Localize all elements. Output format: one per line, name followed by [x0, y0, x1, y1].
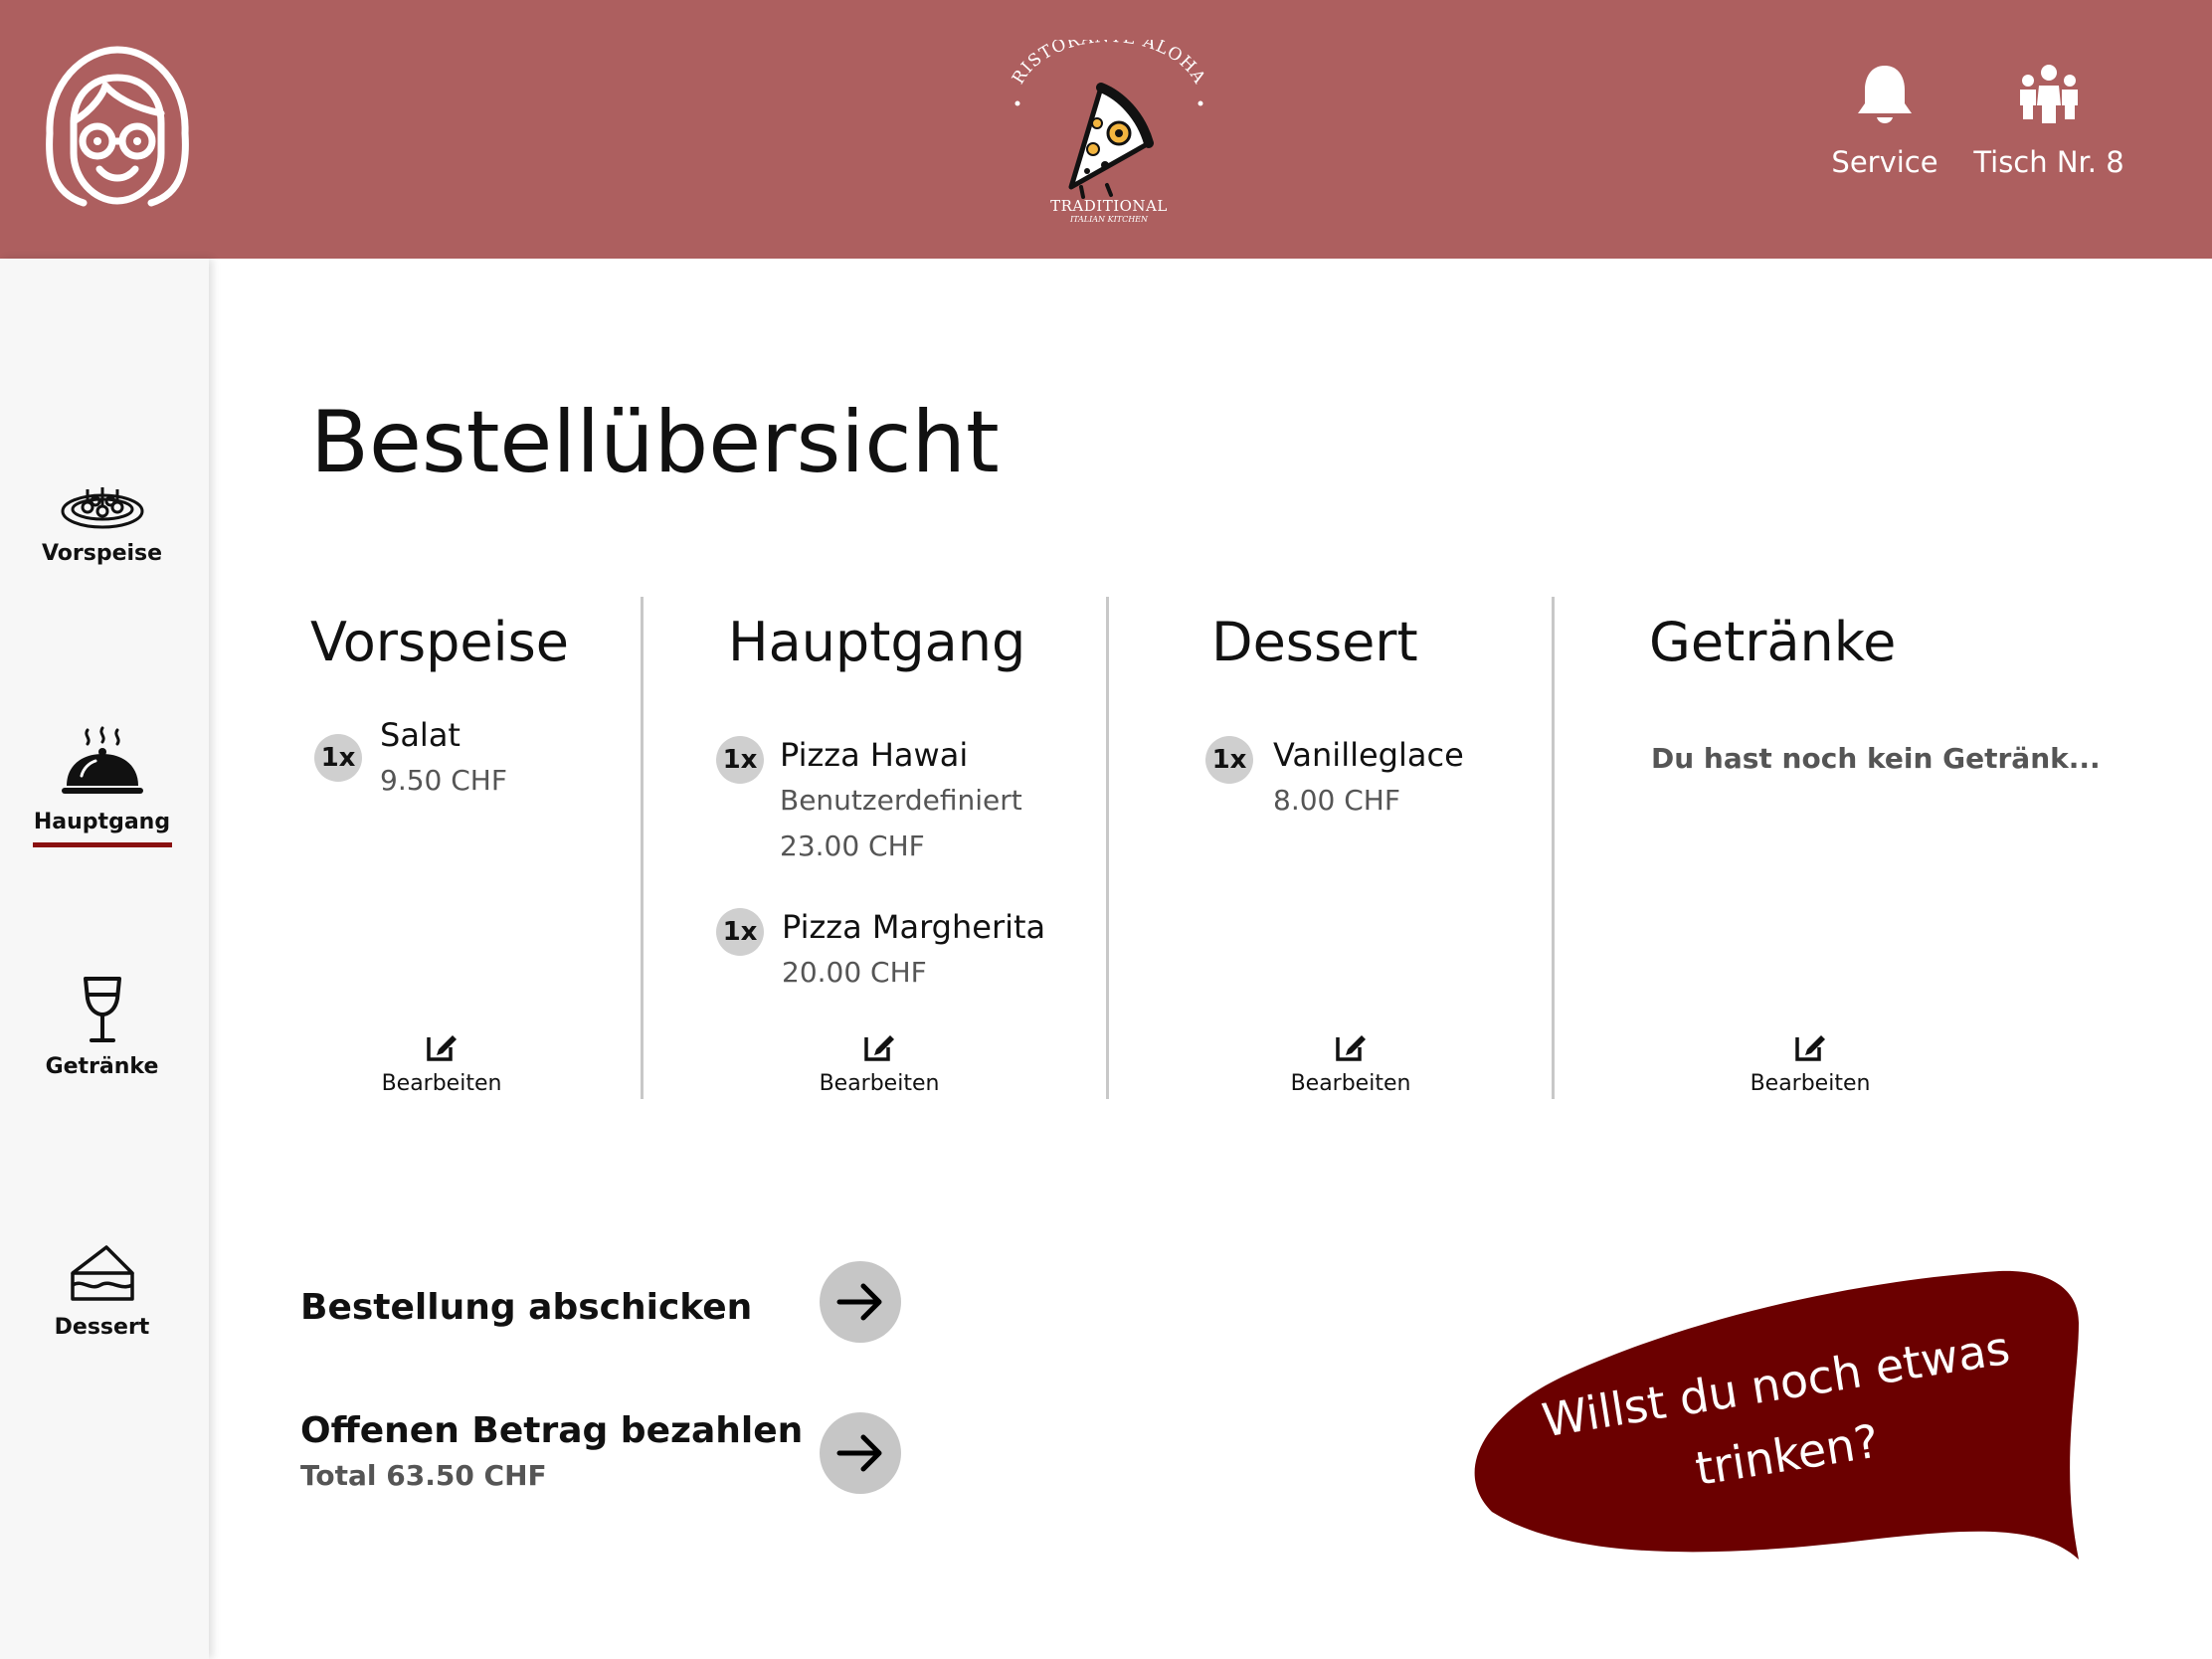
edit-label: Bearbeiten: [1290, 1071, 1411, 1096]
drink-suggestion-bubble[interactable]: Willst du noch etwas trinken?: [1462, 1263, 2089, 1562]
quantity-badge: 1x: [716, 908, 764, 956]
table-number-button[interactable]: Tisch Nr. 8: [1964, 62, 2133, 179]
edit-icon: [864, 1035, 894, 1061]
pizza-slice-icon: [1068, 83, 1154, 199]
sidebar-item-label: Getränke: [45, 1054, 159, 1079]
edit-button-dessert[interactable]: Bearbeiten: [1271, 1029, 1430, 1096]
restaurant-logo: RISTORANTE ALOHA TRADITIONAL ITALIAN KIT…: [1000, 27, 1218, 239]
service-label: Service: [1831, 145, 1938, 179]
submit-order-button[interactable]: [820, 1261, 901, 1343]
wine-glass-icon: [83, 977, 121, 1042]
edit-label: Bearbeiten: [1750, 1071, 1871, 1096]
table-number-label: Tisch Nr. 8: [1973, 145, 2124, 179]
column-divider: [641, 597, 644, 1099]
sidebar-item-label: Hauptgang: [33, 810, 171, 834]
order-column-hauptgang: Hauptgang 1x Pizza Hawai Benutzerdefinie…: [716, 597, 1104, 1099]
arrow-right-icon: [836, 1434, 882, 1472]
pay-button[interactable]: [820, 1412, 901, 1494]
sidebar-item-dessert[interactable]: Dessert: [0, 1243, 204, 1340]
sidebar-item-getraenke[interactable]: Getränke: [0, 975, 204, 1079]
order-column-dessert: Dessert 1x Vanilleglace 8.00 CHF Bearbei…: [1205, 597, 1544, 1099]
order-item: 1x Vanilleglace 8.00 CHF: [1205, 736, 1534, 835]
column-heading: Vorspeise: [310, 611, 569, 673]
service-button[interactable]: Service: [1820, 62, 1949, 179]
total-amount: Total 63.50 CHF: [300, 1459, 547, 1492]
item-name: Salat: [380, 716, 461, 754]
item-name: Pizza Margherita: [782, 908, 1046, 946]
order-column-getraenke: Getränke Du hast noch kein Getränk... Be…: [1649, 597, 2101, 1099]
edit-icon: [1795, 1035, 1825, 1061]
bell-icon: [1858, 66, 1912, 123]
edit-label: Bearbeiten: [381, 1071, 502, 1096]
edit-label: Bearbeiten: [819, 1071, 940, 1096]
column-heading: Hauptgang: [728, 611, 1026, 673]
active-indicator: [32, 842, 172, 847]
logo-traditional-text: TRADITIONAL: [1050, 197, 1168, 215]
item-price: 8.00 CHF: [1273, 784, 1400, 817]
pay-open-amount-label: Offenen Betrag bezahlen: [300, 1410, 804, 1451]
item-name: Vanilleglace: [1273, 736, 1464, 774]
edit-icon: [427, 1035, 457, 1061]
submit-order-action[interactable]: Bestellung abschicken: [300, 1287, 752, 1328]
column-heading: Getränke: [1649, 611, 1897, 673]
sidebar-item-label: Dessert: [54, 1315, 150, 1340]
sidebar-item-hauptgang[interactable]: Hauptgang: [0, 726, 204, 847]
order-item: 1x Pizza Margherita 20.00 CHF: [716, 908, 1094, 1008]
edit-button-hauptgang[interactable]: Bearbeiten: [800, 1029, 959, 1096]
item-name: Pizza Hawai: [780, 736, 969, 774]
logo-subtitle-text: ITALIAN KITCHEN: [1069, 215, 1149, 224]
item-price: 9.50 CHF: [380, 764, 507, 797]
pay-open-amount-action[interactable]: Offenen Betrag bezahlen Total 63.50 CHF: [300, 1410, 803, 1492]
edit-icon: [1336, 1035, 1366, 1061]
empty-drinks-note: Du hast noch kein Getränk...: [1651, 742, 2101, 775]
column-heading: Dessert: [1211, 611, 1418, 673]
column-divider: [1552, 597, 1555, 1099]
quantity-badge: 1x: [716, 736, 764, 784]
category-sidebar: Vorspeise Hauptgang Getränke Dessert: [0, 259, 209, 1659]
edit-button-vorspeise[interactable]: Bearbeiten: [362, 1029, 521, 1096]
edit-button-getraenke[interactable]: Bearbeiten: [1731, 1029, 1890, 1096]
item-price: 23.00 CHF: [780, 830, 925, 862]
item-price: 20.00 CHF: [782, 956, 927, 989]
sidebar-item-vorspeise[interactable]: Vorspeise: [0, 475, 204, 566]
item-note: Benutzerdefiniert: [780, 784, 1022, 817]
column-divider: [1106, 597, 1109, 1099]
order-item: 1x Pizza Hawai Benutzerdefiniert 23.00 C…: [716, 736, 1094, 875]
arrow-right-icon: [836, 1283, 882, 1321]
logo-arc-text: RISTORANTE ALOHA: [1009, 40, 1209, 88]
cloche-icon: [61, 726, 143, 794]
user-avatar-icon[interactable]: [44, 44, 191, 213]
appetizer-plate-icon: [61, 487, 143, 529]
top-header: RISTORANTE ALOHA TRADITIONAL ITALIAN KIT…: [0, 0, 2212, 259]
order-column-vorspeise: Vorspeise 1x Salat 9.50 CHF Bearbeiten: [310, 597, 639, 1099]
group-icon: [2020, 65, 2078, 123]
quantity-badge: 1x: [1205, 736, 1253, 784]
page-title: Bestellübersicht: [310, 393, 1000, 492]
order-item: 1x Salat 9.50 CHF: [314, 716, 633, 816]
sidebar-item-label: Vorspeise: [41, 541, 163, 566]
quantity-badge: 1x: [314, 734, 362, 782]
cake-slice-icon: [70, 1245, 134, 1301]
submit-order-label: Bestellung abschicken: [300, 1287, 753, 1328]
